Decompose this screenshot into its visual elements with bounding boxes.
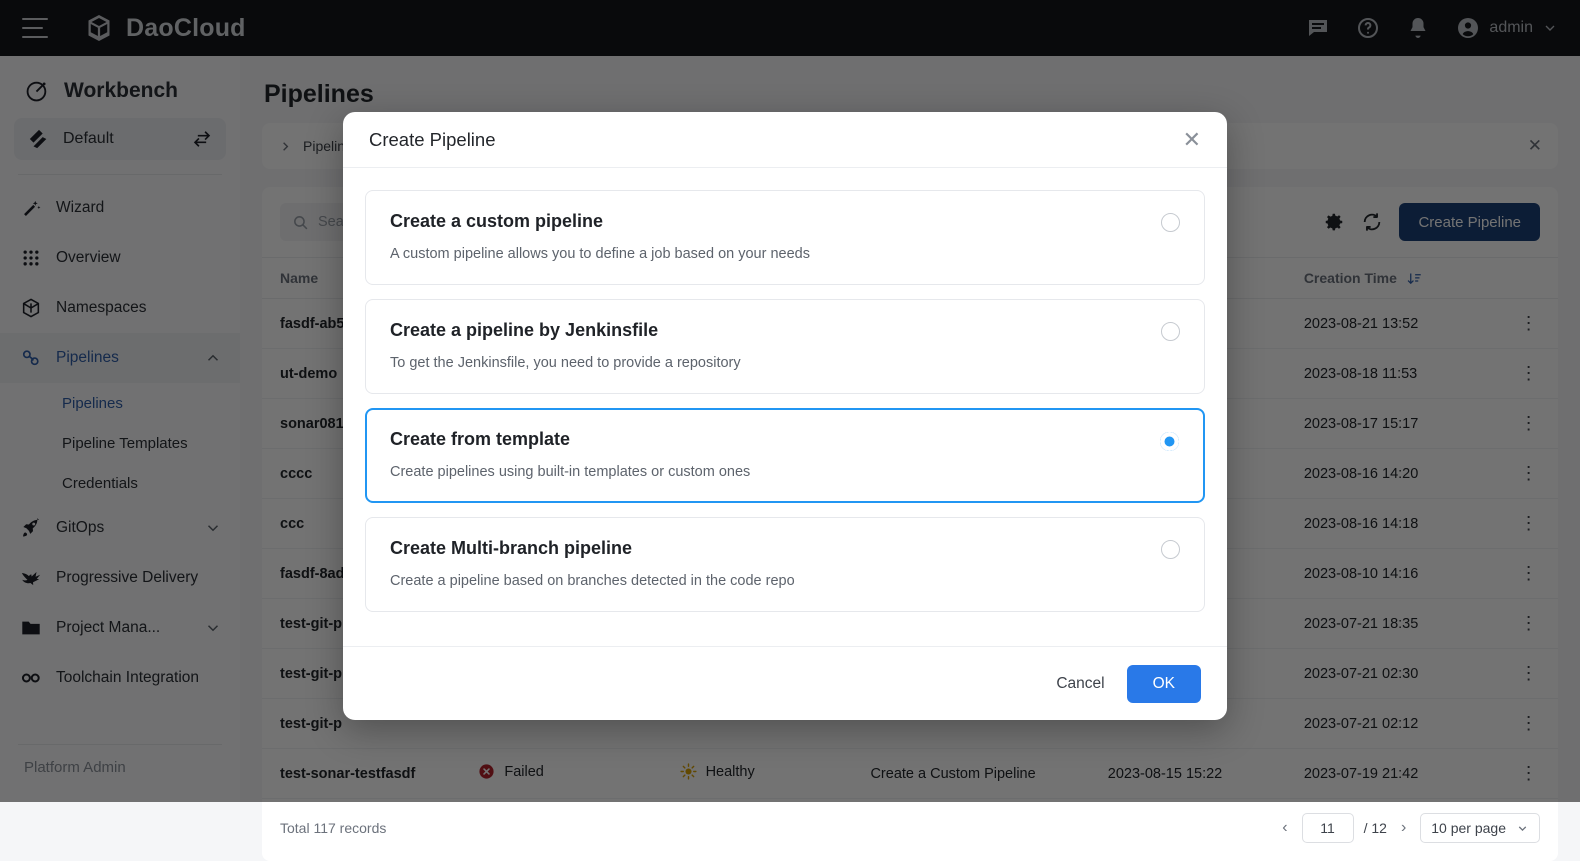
radio-button[interactable]: [1161, 540, 1180, 559]
option-description: Create pipelines using built-in template…: [390, 464, 1180, 480]
dialog-title: Create Pipeline: [369, 129, 496, 151]
option-description: To get the Jenkinsfile, you need to prov…: [390, 355, 1180, 371]
radio-button[interactable]: [1161, 213, 1180, 232]
page-input[interactable]: 11: [1302, 813, 1354, 843]
page-total: / 12: [1364, 820, 1387, 836]
option-description: Create a pipeline based on branches dete…: [390, 573, 1180, 589]
ok-button[interactable]: OK: [1127, 665, 1201, 703]
option-description: A custom pipeline allows you to define a…: [390, 246, 1180, 262]
chevron-right-icon[interactable]: ›: [1397, 819, 1410, 837]
radio-button[interactable]: [1161, 322, 1180, 341]
dialog-footer: Cancel OK: [343, 646, 1227, 720]
chevron-down-icon: [1516, 822, 1529, 835]
cancel-button[interactable]: Cancel: [1056, 675, 1104, 693]
option-custom-pipeline[interactable]: Create a custom pipeline A custom pipeli…: [365, 190, 1205, 285]
table-footer: Total 117 records ‹ 11 / 12 › 10 per pag…: [262, 799, 1558, 861]
app-root: DaoCloud admin: [0, 0, 1580, 802]
option-title: Create a custom pipeline: [390, 211, 1180, 232]
option-multi-branch-pipeline[interactable]: Create Multi-branch pipeline Create a pi…: [365, 517, 1205, 612]
option-title: Create from template: [390, 429, 1180, 450]
pagination: ‹ 11 / 12 › 10 per page: [1278, 813, 1540, 843]
option-from-template[interactable]: Create from template Create pipelines us…: [365, 408, 1205, 503]
dialog-header: Create Pipeline ✕: [343, 112, 1227, 168]
dialog-body: Create a custom pipeline A custom pipeli…: [343, 168, 1227, 646]
radio-button-selected[interactable]: [1160, 432, 1179, 451]
close-icon[interactable]: ✕: [1183, 129, 1201, 151]
create-pipeline-dialog: Create Pipeline ✕ Create a custom pipeli…: [343, 112, 1227, 720]
chevron-left-icon[interactable]: ‹: [1278, 819, 1291, 837]
total-records: Total 117 records: [280, 820, 386, 836]
option-title: Create a pipeline by Jenkinsfile: [390, 320, 1180, 341]
option-jenkinsfile-pipeline[interactable]: Create a pipeline by Jenkinsfile To get …: [365, 299, 1205, 394]
per-page-label: 10 per page: [1431, 820, 1506, 836]
per-page-select[interactable]: 10 per page: [1420, 813, 1540, 843]
option-title: Create Multi-branch pipeline: [390, 538, 1180, 559]
